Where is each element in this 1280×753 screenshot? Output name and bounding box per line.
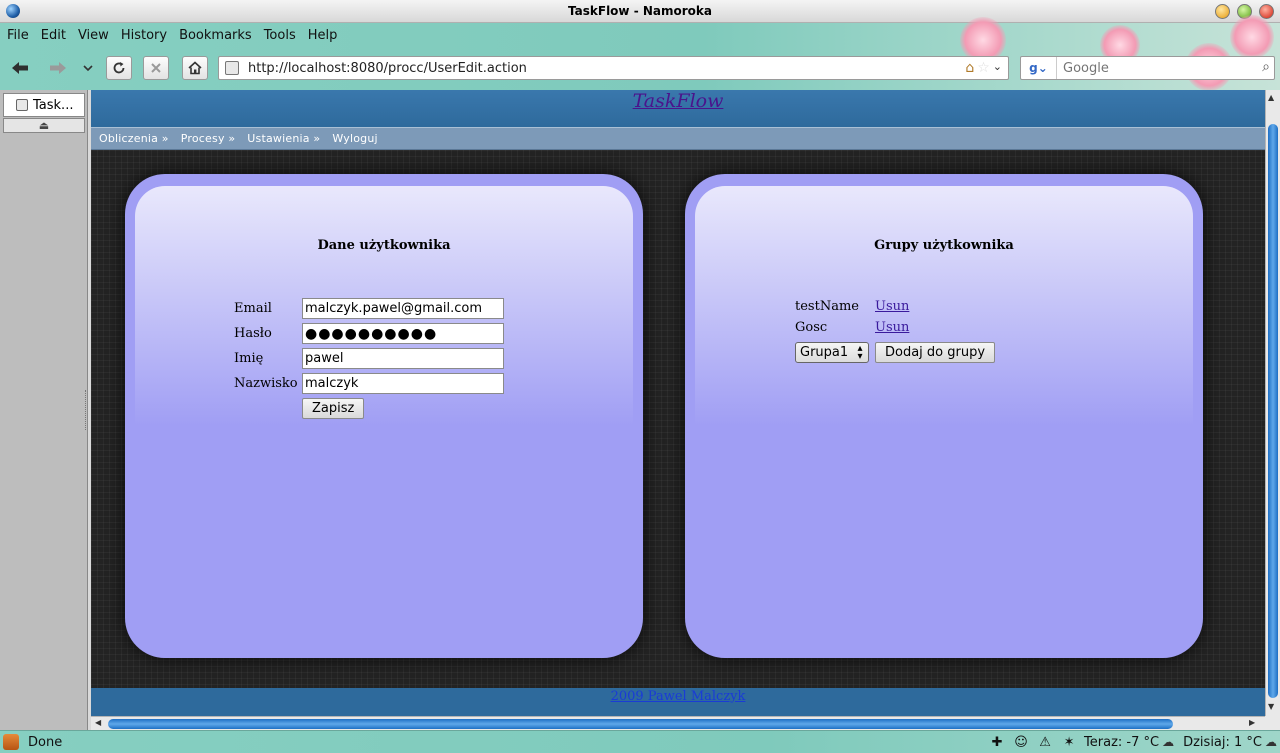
site-title-link[interactable]: TaskFlow [633, 90, 724, 112]
nav-obliczenia[interactable]: Obliczenia » [99, 132, 169, 145]
minimize-button[interactable] [1215, 4, 1230, 19]
search-engine-icon[interactable]: g⌄ [1021, 57, 1057, 79]
reload-icon[interactable] [106, 56, 132, 80]
menu-history[interactable]: History [115, 28, 173, 43]
first-name-label: Imię [234, 351, 264, 366]
address-bar[interactable]: http://localhost:8080/procc/UserEdit.act… [218, 56, 1009, 80]
page-viewport: TaskFlow Obliczenia » Procesy » Ustawien… [91, 90, 1265, 716]
weather-today-text: Dzisiaj: 1 °C [1183, 734, 1262, 750]
save-button[interactable]: Zapisz [302, 398, 365, 419]
vertical-scrollbar[interactable]: ▲ ▼ [1265, 90, 1280, 716]
cloud-icon: ☁ [1162, 735, 1175, 749]
add-to-group-button[interactable]: Dodaj do grupy [875, 342, 996, 363]
history-dropdown-icon[interactable] [79, 56, 97, 80]
remove-group-link[interactable]: Usun [875, 320, 909, 335]
status-tray: ✚ ☺ ⚠ ✶ Teraz: -7 °C ☁ Dzisiaj: 1 °C ☁ [982, 731, 1280, 753]
horizontal-scroll-thumb[interactable] [108, 719, 1173, 729]
addon-tool-icon[interactable]: ✚ [988, 734, 1006, 750]
home-icon[interactable] [182, 56, 208, 80]
email-label: Email [234, 301, 272, 316]
first-name-field[interactable] [302, 348, 504, 369]
last-name-row: Nazwisko [234, 373, 504, 394]
save-row: Zapisz [302, 398, 365, 419]
site-nav: Obliczenia » Procesy » Ustawienia » Wylo… [91, 127, 1265, 150]
remove-group-link[interactable]: Usun [875, 299, 909, 314]
sidebar-resize-handle[interactable] [85, 390, 88, 430]
last-name-label: Nazwisko [234, 376, 298, 391]
search-bar[interactable]: g⌄ ⌕ [1020, 56, 1275, 80]
menu-help[interactable]: Help [302, 28, 344, 43]
scrollbar-corner [1265, 716, 1280, 730]
home-bookmark-icon[interactable]: ⌂ [965, 60, 974, 76]
nav-wyloguj[interactable]: Wyloguj [332, 132, 377, 145]
menu-bookmarks[interactable]: Bookmarks [173, 28, 258, 43]
vertical-scroll-thumb[interactable] [1268, 124, 1278, 698]
forward-arrow-icon[interactable] [46, 56, 70, 80]
menu-edit[interactable]: Edit [35, 28, 72, 43]
tab-favicon-icon [16, 99, 28, 111]
scroll-right-icon[interactable]: ▶ [1249, 718, 1255, 727]
site-favicon-icon [225, 61, 239, 75]
last-name-field[interactable] [302, 373, 504, 394]
tab-taskflow[interactable]: Task... [3, 93, 85, 117]
password-label: Hasło [234, 326, 272, 341]
site-header: TaskFlow [91, 90, 1265, 127]
search-icon[interactable]: ⌕ [1262, 59, 1270, 75]
user-groups-panel: Grupy użytkownika testName Usun Gosc Usu… [685, 174, 1203, 658]
select-arrows-icon: ▴ ▾ [857, 343, 863, 362]
add-group-row: Grupa1 ▴ ▾ Dodaj do grupy [795, 342, 996, 363]
warning-icon[interactable]: ⚠ [1036, 734, 1054, 750]
search-input[interactable] [1063, 60, 1253, 76]
first-name-row: Imię [234, 348, 504, 369]
browser-chrome: File Edit View History Bookmarks Tools H… [0, 15, 1280, 91]
status-bar: Done ✚ ☺ ⚠ ✶ Teraz: -7 °C ☁ Dzisiaj: 1 °… [0, 730, 1280, 753]
group-row: testName Usun [795, 299, 909, 314]
footer-author-link[interactable]: 2009 Pawel Malczyk [611, 689, 746, 704]
email-field[interactable] [302, 298, 504, 319]
panel-gradient [695, 186, 1193, 426]
group-row: Gosc Usun [795, 320, 909, 335]
star-bookmark-icon[interactable]: ☆ [977, 60, 990, 76]
url-text[interactable]: http://localhost:8080/procc/UserEdit.act… [248, 61, 527, 76]
chevron-down-icon[interactable]: ⌄ [993, 60, 1002, 76]
group-select-value: Grupa1 [800, 345, 849, 360]
password-row: Hasło [234, 323, 504, 344]
navigation-toolbar: http://localhost:8080/procc/UserEdit.act… [0, 49, 1280, 87]
group-name: testName [795, 299, 859, 314]
horizontal-scrollbar[interactable]: ◀ ▶ [91, 716, 1265, 730]
weather-now[interactable]: Teraz: -7 °C ☁ [1084, 734, 1177, 750]
site-footer: 2009 Pawel Malczyk [91, 688, 1265, 716]
menu-bar: File Edit View History Bookmarks Tools H… [0, 23, 343, 47]
user-data-heading: Dane użytkownika [317, 238, 451, 253]
scroll-down-icon[interactable]: ▼ [1268, 702, 1274, 711]
password-field[interactable] [302, 323, 504, 344]
network-icon[interactable]: ✶ [1060, 734, 1078, 750]
email-row: Email [234, 298, 504, 319]
nav-ustawienia[interactable]: Ustawienia » [247, 132, 320, 145]
window-titlebar: TaskFlow - Namoroka [0, 0, 1280, 23]
weather-today[interactable]: Dzisiaj: 1 °C ☁ [1183, 734, 1280, 750]
user-data-panel: Dane użytkownika Email Hasło Imię Nazwis… [125, 174, 643, 658]
tab-tools-icon[interactable]: ⏏ [3, 118, 85, 133]
tab-label: Task... [33, 97, 74, 113]
cloud-icon: ☁ [1265, 735, 1277, 749]
addon-robot-icon[interactable]: ☺ [1012, 734, 1030, 750]
menu-tools[interactable]: Tools [258, 28, 302, 43]
window-title: TaskFlow - Namoroka [568, 4, 712, 18]
stop-icon[interactable] [143, 56, 169, 80]
nav-procesy[interactable]: Procesy » [181, 132, 236, 145]
user-groups-heading: Grupy użytkownika [874, 238, 1014, 253]
sidebar-toggle-icon[interactable] [3, 734, 19, 750]
tab-sidebar: Task... ⏏ [0, 90, 88, 730]
group-name: Gosc [795, 320, 828, 335]
menu-view[interactable]: View [72, 28, 115, 43]
scroll-up-icon[interactable]: ▲ [1268, 93, 1274, 102]
scroll-left-icon[interactable]: ◀ [95, 718, 101, 727]
menu-file[interactable]: File [0, 28, 35, 43]
back-arrow-icon[interactable] [8, 56, 32, 80]
group-select[interactable]: Grupa1 ▴ ▾ [795, 342, 869, 363]
status-text: Done [28, 734, 63, 750]
weather-now-text: Teraz: -7 °C [1084, 734, 1160, 750]
